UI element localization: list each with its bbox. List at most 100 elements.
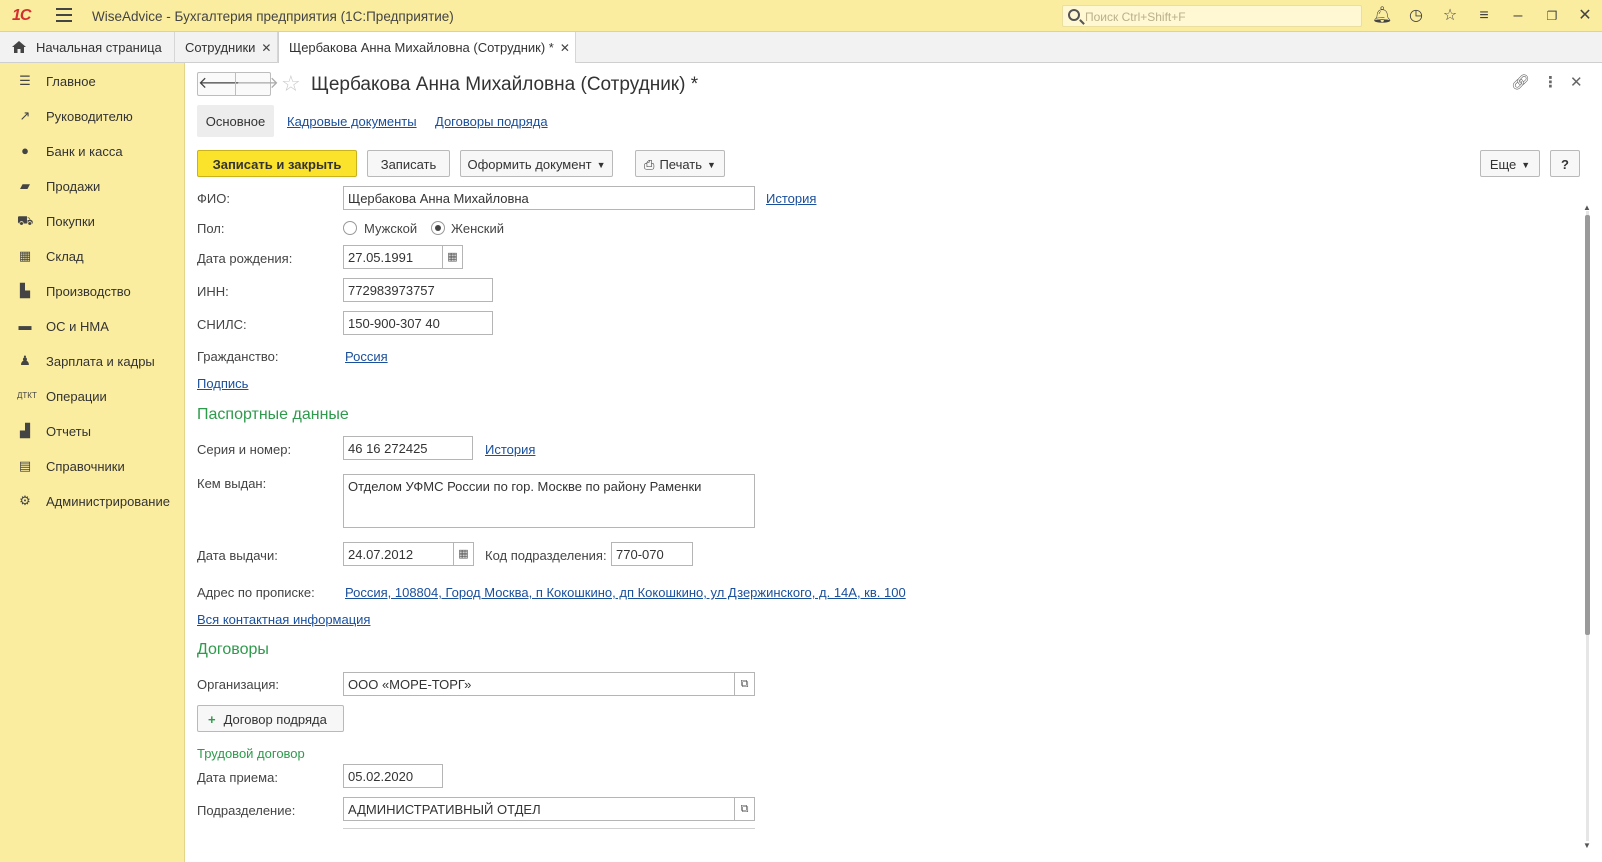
open-tabs-bar: Начальная страница Сотрудники ✕ Щербакова…: [0, 32, 1602, 64]
tab-contracts[interactable]: Договоры подряда: [435, 105, 548, 137]
tab-employees[interactable]: Сотрудники ✕: [175, 32, 278, 63]
plus-icon: +: [208, 712, 216, 727]
organization-field[interactable]: ООО «МОРЕ-ТОРГ» ⧉: [343, 672, 755, 696]
fio-label: ФИО:: [197, 191, 230, 206]
inn-label: ИНН:: [197, 284, 229, 299]
scroll-down-icon[interactable]: ▼: [1583, 841, 1591, 850]
passport-series-field[interactable]: 46 16 272425: [343, 436, 473, 460]
hire-date-field[interactable]: 05.02.2020: [343, 764, 443, 788]
history-icon[interactable]: ◷: [1406, 6, 1426, 26]
chevron-down-icon: ▼: [707, 160, 716, 170]
app-logo: 1С: [12, 7, 31, 24]
forward-arrow-icon[interactable]: 🡒: [235, 73, 279, 95]
issued-by-field[interactable]: Отделом УФМС России по гор. Москве по ра…: [343, 474, 755, 528]
app-title: WiseAdvice - Бухгалтерия предприятия (1С…: [92, 9, 454, 24]
sidebar-item-main[interactable]: ☰ Главное: [0, 66, 185, 96]
sidebar-item-catalogs[interactable]: ▤ Справочники: [0, 451, 185, 481]
gender-female-radio[interactable]: [431, 221, 445, 235]
birth-date-field[interactable]: 27.05.1991 ▦: [343, 245, 463, 269]
more-button[interactable]: Еще ▼: [1480, 150, 1540, 177]
make-document-button[interactable]: Оформить документ ▼: [460, 150, 613, 177]
open-item-icon[interactable]: ⧉: [734, 798, 754, 820]
print-button[interactable]: ⎙ Печать ▼: [635, 150, 725, 177]
save-button[interactable]: Записать: [367, 150, 450, 177]
signature-link[interactable]: Подпись: [197, 376, 248, 391]
favorites-star-icon[interactable]: ☆: [1440, 6, 1460, 26]
print-label: Печать: [659, 157, 703, 172]
sidebar-item-manager[interactable]: ↗ Руководителю: [0, 101, 185, 131]
sidebar-item-sales[interactable]: ▰ Продажи: [0, 171, 185, 201]
minimize-icon[interactable]: –: [1508, 6, 1528, 26]
tab-home-label: Начальная страница: [36, 40, 162, 55]
snils-label: СНИЛС:: [197, 317, 247, 332]
open-item-icon[interactable]: ⧉: [734, 673, 754, 695]
sidebar-item-purchases[interactable]: ⛟ Покупки: [0, 206, 185, 236]
divider: [343, 828, 755, 829]
save-and-close-button[interactable]: Записать и закрыть: [197, 150, 357, 177]
sidebar-item-operations[interactable]: ДТКТ Операции: [0, 381, 185, 411]
sidebar-item-payroll[interactable]: ♟ Зарплата и кадры: [0, 346, 185, 376]
tab-employee-card[interactable]: Щербакова Анна Михайловна (Сотрудник) * ✕: [278, 32, 576, 64]
issue-date-label: Дата выдачи:: [197, 548, 278, 563]
address-label: Адрес по прописке:: [197, 585, 315, 600]
fio-history-link[interactable]: История: [766, 191, 816, 206]
division-label: Подразделение:: [197, 803, 296, 818]
sidebar-item-label: Главное: [46, 74, 96, 89]
citizenship-label: Гражданство:: [197, 349, 279, 364]
title-bar: 1С WiseAdvice - Бухгалтерия предприятия …: [0, 0, 1602, 32]
sidebar-item-warehouse[interactable]: ▦ Склад: [0, 241, 185, 271]
tab-employees-label: Сотрудники: [185, 40, 256, 55]
close-tab-icon[interactable]: ✕: [261, 41, 271, 55]
sidebar-item-production[interactable]: ▙ Производство: [0, 276, 185, 306]
snils-field[interactable]: 150-900-307 40: [343, 311, 493, 335]
history-nav: 🡐 🡒: [197, 72, 279, 96]
bell-icon[interactable]: 🔔︎: [1372, 6, 1392, 26]
all-contacts-link[interactable]: Вся контактная информация: [197, 612, 370, 627]
fio-field[interactable]: Щербакова Анна Михайловна: [343, 186, 755, 210]
main-menu-icon[interactable]: [56, 8, 72, 22]
address-link[interactable]: Россия, 108804, Город Москва, п Кокошкин…: [345, 585, 906, 600]
sidebar-item-label: Справочники: [46, 459, 125, 474]
global-search-input[interactable]: Поиск Ctrl+Shift+F: [1062, 5, 1362, 27]
chevron-down-icon: ▼: [596, 160, 606, 170]
sidebar-item-assets[interactable]: ▬ ОС и НМА: [0, 311, 185, 341]
calendar-icon[interactable]: ▦: [442, 246, 462, 268]
calendar-icon[interactable]: ▦: [453, 543, 473, 565]
contracts-section-title: Договоры: [197, 641, 269, 658]
vertical-scrollbar[interactable]: ▲ ▼: [1582, 203, 1592, 858]
birth-date-value: 27.05.1991: [348, 250, 414, 265]
gender-male-label[interactable]: Мужской: [364, 221, 417, 236]
back-arrow-icon[interactable]: 🡐: [198, 73, 241, 95]
sidebar-item-admin[interactable]: ⚙ Администрирование: [0, 486, 185, 516]
issued-by-label: Кем выдан:: [197, 476, 267, 491]
settings-lines-icon[interactable]: ≡: [1474, 6, 1494, 26]
help-button[interactable]: ?: [1550, 150, 1580, 177]
citizenship-link[interactable]: Россия: [345, 349, 388, 364]
restore-icon[interactable]: ❐: [1542, 6, 1562, 26]
tab-main[interactable]: Основное: [197, 105, 274, 137]
add-contract-button[interactable]: + Договор подряда: [197, 705, 344, 732]
sidebar-item-label: Операции: [46, 389, 107, 404]
sidebar-item-reports[interactable]: ▟ Отчеты: [0, 416, 185, 446]
gender-female-label[interactable]: Женский: [451, 221, 504, 236]
link-icon[interactable]: 🔗︎: [1511, 73, 1530, 91]
hire-date-label: Дата приема:: [197, 770, 278, 785]
scroll-thumb[interactable]: [1585, 215, 1590, 635]
close-tab-icon[interactable]: ✕: [560, 41, 570, 55]
tab-hr-documents[interactable]: Кадровые документы: [287, 105, 417, 137]
close-form-icon[interactable]: ✕: [1570, 73, 1583, 91]
close-window-icon[interactable]: ✕: [1575, 6, 1595, 26]
coin-icon: ●: [21, 143, 29, 158]
division-field[interactable]: АДМИНИСТРАТИВНЫЙ ОТДЕЛ ⧉: [343, 797, 755, 821]
more-label: Еще: [1489, 157, 1517, 172]
sidebar-item-bank[interactable]: ● Банк и касса: [0, 136, 185, 166]
organization-label: Организация:: [197, 677, 280, 692]
tab-home[interactable]: Начальная страница: [0, 32, 175, 63]
division-code-field[interactable]: 770-070: [611, 542, 693, 566]
more-actions-icon[interactable]: ⋮: [1543, 73, 1558, 91]
issue-date-field[interactable]: 24.07.2012 ▦: [343, 542, 474, 566]
inn-field[interactable]: 772983973757: [343, 278, 493, 302]
gender-male-radio[interactable]: [343, 221, 357, 235]
favorite-star-icon[interactable]: ☆: [281, 71, 301, 97]
passport-history-link[interactable]: История: [485, 442, 535, 457]
